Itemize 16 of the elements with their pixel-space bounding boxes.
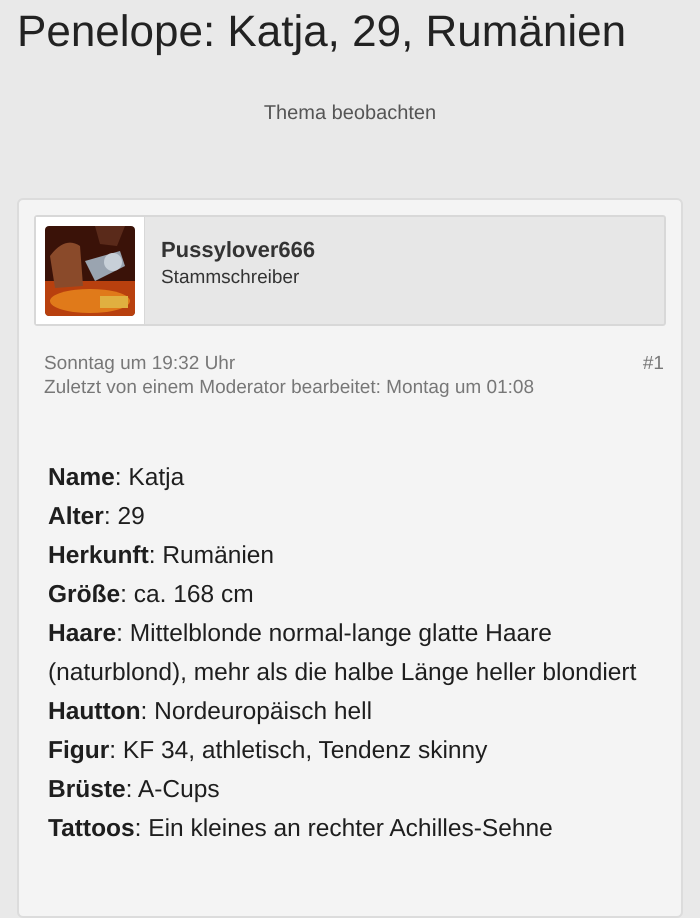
watch-thread-link[interactable]: Thema beobachten	[264, 102, 436, 126]
profile-line: Figur: KF 34, athletisch, Tendenz skinny	[48, 736, 488, 766]
edit-note: Zuletzt von einem Moderator bearbeitet: Montag um 01:08	[44, 376, 534, 400]
profile-line: Hautton: Nordeuropäisch hell	[48, 697, 374, 727]
user-rank: Stammschreiber	[161, 266, 300, 290]
profile-line: Größe: ca. 168 cm	[48, 580, 255, 610]
profile-line: Tattoos: Ein kleines an rechter Achilles-Sehne	[48, 814, 554, 844]
thread-title: Penelope: Katja, 29, Rumänien	[17, 6, 628, 58]
profile-line: Haare: Mittelblonde normal-lange glatte Haare (naturblond), mehr als die halbe Länge heller blondiert	[48, 619, 638, 688]
profile-line: Alter: 29	[48, 502, 146, 532]
post-number-link[interactable]: #1	[642, 352, 664, 376]
username-link[interactable]: Pussylover666	[161, 235, 316, 265]
profile-line: Herkunft: Rumänien	[48, 541, 276, 571]
profile-line: Name: Katja	[48, 463, 186, 493]
profile-line: Brüste: A-Cups	[48, 775, 221, 805]
post-date: Sonntag um 19:32 Uhr	[44, 352, 236, 376]
